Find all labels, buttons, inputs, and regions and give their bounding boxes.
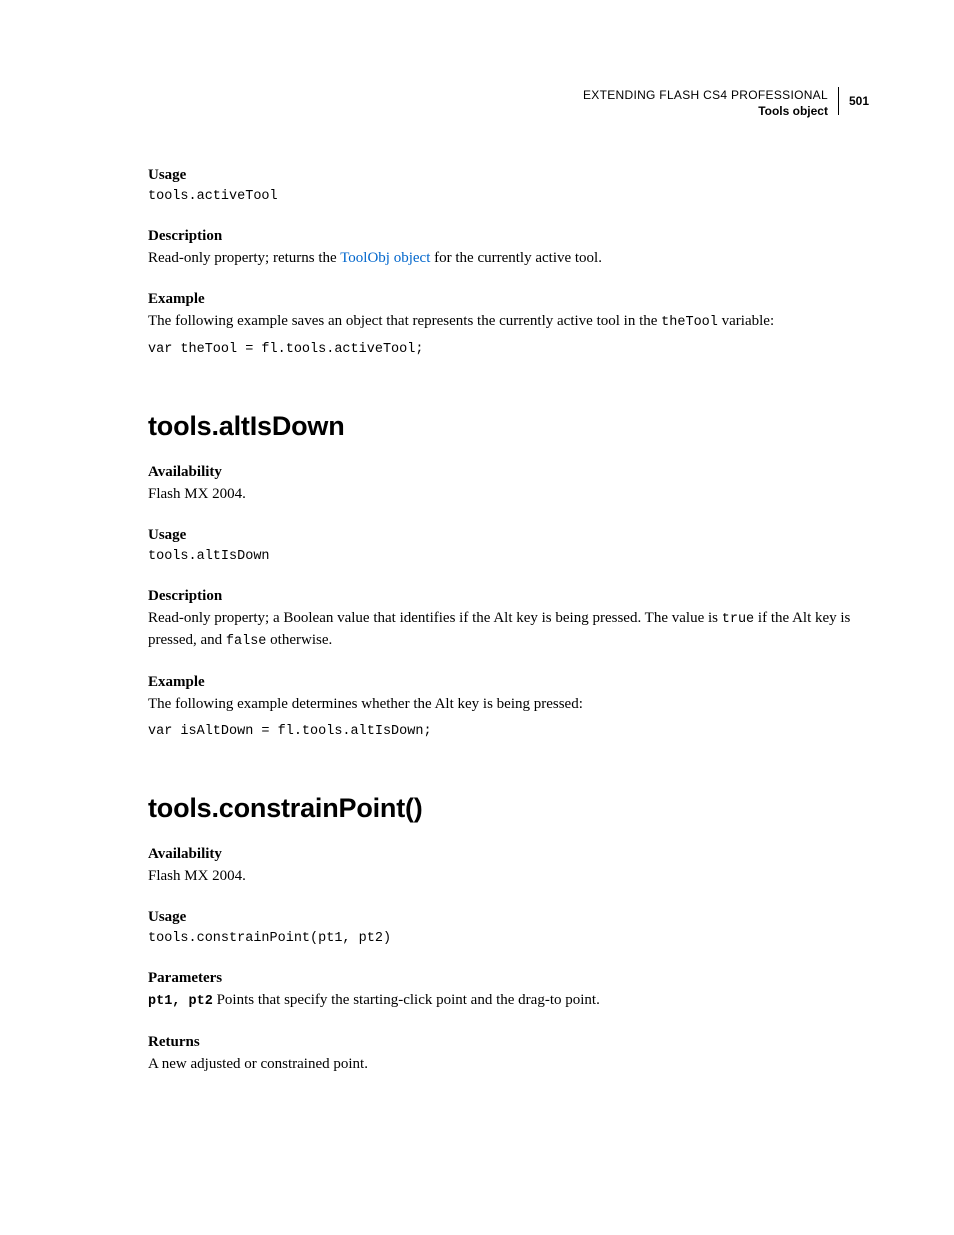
method-heading-constrainpoint: tools.constrainPoint() <box>148 793 869 824</box>
description-label: Description <box>148 228 869 245</box>
returns-label: Returns <box>148 1034 869 1051</box>
ex-pre: The following example saves an object th… <box>148 313 661 329</box>
example-label: Example <box>148 291 869 308</box>
example-label: Example <box>148 674 869 691</box>
doc-title: EXTENDING FLASH CS4 PROFESSIONAL <box>583 88 828 103</box>
parameters-label: Parameters <box>148 970 869 987</box>
desc-post: otherwise. <box>266 632 332 648</box>
availability-text: Flash MX 2004. <box>148 484 869 505</box>
toolobj-link[interactable]: ToolObj object <box>340 250 430 266</box>
description-text: Read-only property; returns the ToolObj … <box>148 248 869 269</box>
usage-label: Usage <box>148 909 869 926</box>
false-code: false <box>226 634 267 649</box>
availability-text: Flash MX 2004. <box>148 866 869 887</box>
true-code: true <box>722 612 754 627</box>
desc-post: for the currently active tool. <box>430 250 602 266</box>
param-desc: Points that specify the starting-click p… <box>213 992 600 1008</box>
example-text: The following example saves an object th… <box>148 311 869 333</box>
description-text: Read-only property; a Boolean value that… <box>148 608 869 652</box>
method-heading-altisdown: tools.altIsDown <box>148 411 869 442</box>
returns-text: A new adjusted or constrained point. <box>148 1054 869 1075</box>
usage-code: tools.altIsDown <box>148 548 869 566</box>
example-text: The following example determines whether… <box>148 694 869 715</box>
desc-pre: Read-only property; a Boolean value that… <box>148 610 722 626</box>
usage-label: Usage <box>148 167 869 184</box>
doc-section: Tools object <box>583 104 828 119</box>
header-text: EXTENDING FLASH CS4 PROFESSIONAL Tools o… <box>583 88 838 119</box>
availability-label: Availability <box>148 846 869 863</box>
page-number: 501 <box>838 87 869 115</box>
example-code: var isAltDown = fl.tools.altIsDown; <box>148 723 869 741</box>
description-label: Description <box>148 588 869 605</box>
usage-label: Usage <box>148 527 869 544</box>
ex-inline-code: theTool <box>661 315 718 330</box>
usage-code: tools.activeTool <box>148 188 869 206</box>
desc-pre: Read-only property; returns the <box>148 250 340 266</box>
example-code: var theTool = fl.tools.activeTool; <box>148 341 869 359</box>
param-names: pt1, pt2 <box>148 994 213 1009</box>
page-header: EXTENDING FLASH CS4 PROFESSIONAL Tools o… <box>148 88 869 119</box>
ex-post: variable: <box>718 313 774 329</box>
parameters-text: pt1, pt2 Points that specify the startin… <box>148 990 869 1012</box>
availability-label: Availability <box>148 464 869 481</box>
usage-code: tools.constrainPoint(pt1, pt2) <box>148 930 869 948</box>
